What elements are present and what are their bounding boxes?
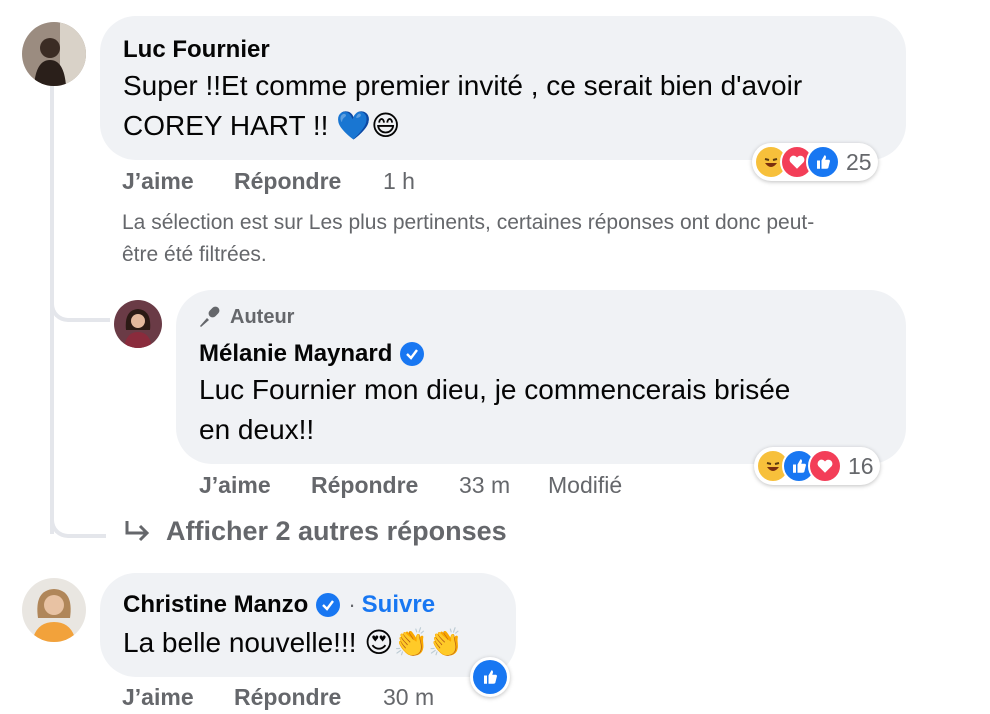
follow-button[interactable]: Suivre: [362, 591, 435, 619]
love-reaction-icon: [808, 449, 842, 483]
like-button-melanie[interactable]: J’aime: [199, 472, 271, 499]
filter-notice-line1: La sélection est sur Les plus pertinents…: [122, 211, 815, 234]
reaction-count-luc: 25: [846, 148, 872, 175]
author-badge: Auteur: [198, 305, 294, 329]
timestamp-christine[interactable]: 30 m: [383, 684, 434, 711]
comment2-text: La belle nouvelle!!!: [123, 627, 357, 658]
view-more-replies-button[interactable]: Afficher 2 autres réponses: [122, 516, 507, 547]
reply-text-line2: en deux!!: [199, 414, 315, 445]
reply-button-melanie[interactable]: Répondre: [311, 472, 418, 499]
comment-text-line1: Super !!Et comme premier invité , ce ser…: [123, 70, 803, 101]
avatar-luc-fournier[interactable]: [22, 22, 86, 86]
reply-arrow-icon: [125, 520, 150, 541]
microphone-icon: [200, 306, 220, 327]
filter-notice-line2: être été filtrées.: [122, 243, 267, 266]
reply-button-christine[interactable]: Répondre: [234, 684, 341, 711]
comment-bubble-luc: Luc Fournier Super !!Et comme premier in…: [100, 16, 906, 160]
like-button-luc[interactable]: J’aime: [122, 168, 194, 195]
comment-author-christine[interactable]: Christine Manzo: [123, 591, 308, 619]
reactions-summary-christine[interactable]: [470, 657, 510, 697]
timestamp-melanie[interactable]: 33 m: [459, 472, 510, 499]
edited-label[interactable]: Modifié: [548, 472, 622, 499]
verified-badge-icon: [316, 593, 341, 617]
reply-author-melanie[interactable]: Mélanie Maynard: [199, 340, 392, 368]
view-more-replies-label: Afficher 2 autres réponses: [166, 516, 507, 546]
like-reaction-icon: [806, 145, 840, 179]
reaction-count-melanie: 16: [848, 452, 874, 479]
comment2-emojis: 😍👏👏: [364, 626, 464, 659]
thread-line-curve-2: [50, 506, 106, 538]
verified-badge-icon: [400, 342, 425, 366]
reply-button-luc[interactable]: Répondre: [234, 168, 341, 195]
timestamp-luc[interactable]: 1 h: [383, 168, 415, 195]
avatar-christine-manzo[interactable]: [22, 578, 86, 642]
reactions-summary-luc[interactable]: 25: [752, 143, 878, 181]
comment-text-line2: COREY HART !! 💙😄: [123, 106, 400, 146]
reply-text-line1: Luc Fournier mon dieu, je commencerais b…: [199, 374, 791, 405]
comment-bubble-christine: Christine Manzo · Suivre La belle nouvel…: [100, 573, 516, 677]
like-button-christine[interactable]: J’aime: [122, 684, 194, 711]
reply-author-row: Mélanie Maynard: [199, 340, 425, 368]
comment2-text-row: La belle nouvelle!!! 😍👏👏: [123, 623, 463, 663]
comment2-author-row: Christine Manzo · Suivre: [123, 591, 435, 619]
avatar-melanie-maynard[interactable]: [114, 300, 162, 348]
thread-line-curve-1: [50, 290, 110, 322]
author-badge-label: Auteur: [230, 305, 295, 328]
like-reaction-icon: [473, 660, 507, 694]
comment-emojis: 💙😄: [336, 109, 401, 142]
comment-text-line2-words: COREY HART !!: [123, 110, 329, 141]
reply-bubble-melanie: Auteur Mélanie Maynard Luc Fournier mon …: [176, 290, 906, 464]
comment-author-luc[interactable]: Luc Fournier: [123, 36, 270, 64]
separator-dot: ·: [348, 592, 356, 617]
reactions-summary-melanie[interactable]: 16: [754, 447, 880, 485]
